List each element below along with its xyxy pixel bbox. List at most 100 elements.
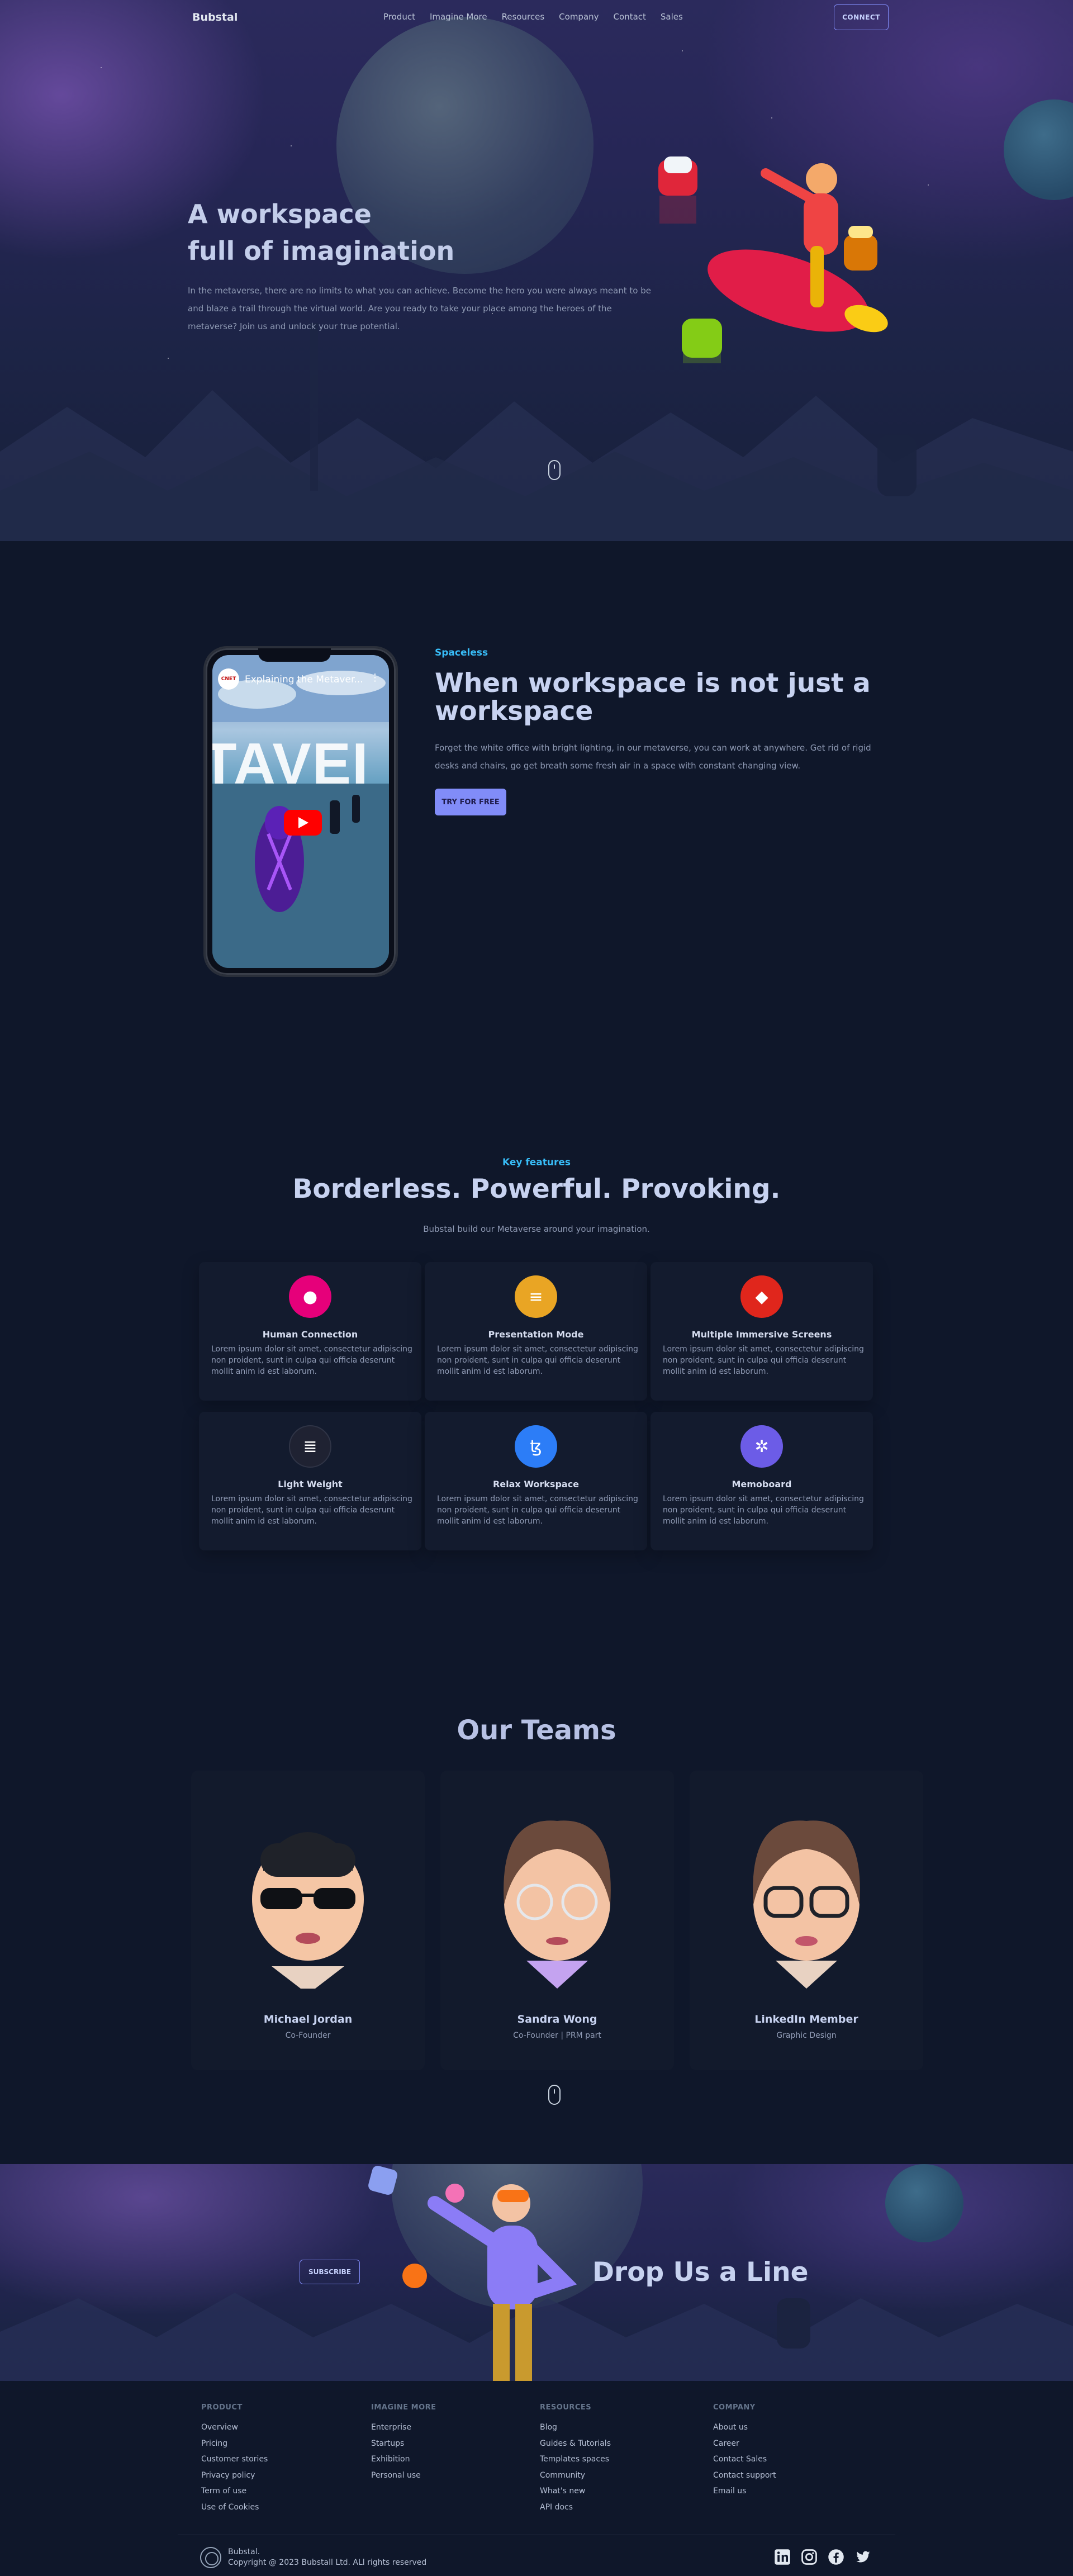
footer-link[interactable]: Guides & Tutorials (540, 2436, 611, 2452)
footer-link[interactable]: Use of Cookies (201, 2499, 268, 2516)
feature-title: Human Connection (262, 1329, 358, 1340)
connect-button[interactable]: CONNECT (834, 4, 889, 30)
footer-link[interactable]: What's new (540, 2483, 611, 2499)
nav-link-company[interactable]: Company (559, 12, 599, 22)
cta-section (0, 2164, 1073, 2381)
features-eyebrow: Key features (502, 1157, 571, 1168)
video-title[interactable]: Explaining the Metaver... (245, 674, 368, 685)
team-card: Sandra Wong Co-Founder | PRM part (440, 1771, 674, 2070)
landscape-illustration (0, 323, 1073, 541)
try-for-free-button[interactable]: TRY FOR FREE (435, 789, 506, 815)
scroll-mouse-icon[interactable] (548, 460, 561, 480)
feature-card: ◆ Multiple Immersive Screens Lorem ipsum… (651, 1262, 873, 1401)
stellar-icon: ✲ (740, 1425, 783, 1468)
instagram-icon[interactable] (800, 2548, 818, 2566)
nav-link-resources[interactable]: Resources (502, 12, 545, 22)
nav-link-sales[interactable]: Sales (661, 12, 683, 22)
footer-link[interactable]: About us (713, 2420, 776, 2436)
feature-description: Lorem ipsum dolor sit amet, consectetur … (437, 1495, 638, 1526)
hero-title-line1: A workspace (188, 199, 372, 229)
team-member-name: Sandra Wong (517, 2013, 597, 2025)
team-member-name: Michael Jordan (263, 2013, 353, 2025)
section-title: When workspace is not just a workspace (435, 668, 871, 727)
footer-column-heading: IMAGINE MORE (371, 2403, 436, 2412)
more-options-icon[interactable]: ⋮ (370, 672, 380, 684)
footer-copyright: Copyright @ 2023 Bubstall Ltd. ALl right… (228, 2558, 427, 2567)
avatar (753, 1820, 860, 1989)
feature-card: ✲ Memoboard Lorem ipsum dolor sit amet, … (651, 1412, 873, 1550)
subscribe-button[interactable]: SUBSCRIBE (300, 2260, 360, 2284)
feature-description: Lorem ipsum dolor sit amet, consectetur … (663, 1495, 864, 1526)
footer-link[interactable]: Term of use (201, 2483, 268, 2499)
footer-link[interactable]: Email us (713, 2483, 776, 2499)
tezos-icon: ꜩ (515, 1425, 557, 1468)
character-illustration (368, 2166, 577, 2381)
play-button-icon[interactable] (284, 810, 322, 836)
footer-column-company: COMPANY About us Career Contact Sales Co… (713, 2403, 776, 2499)
footer-link[interactable]: Community (540, 2468, 611, 2484)
footer-link[interactable]: Blog (540, 2420, 611, 2436)
small-planet-illustration (1004, 99, 1073, 200)
footer-link[interactable]: Overview (201, 2420, 268, 2436)
feature-title: Memoboard (732, 1479, 792, 1489)
team-card: LinkedIn Member Graphic Design (690, 1771, 923, 2070)
footer-logo-icon[interactable] (200, 2547, 221, 2568)
video-player[interactable]: TAVEI CNET Explaining the Metaver... ⋮ (212, 655, 389, 968)
feature-card: ≣ Light Weight Lorem ipsum dolor sit ame… (199, 1412, 421, 1550)
footer-link[interactable]: Contact support (713, 2468, 776, 2484)
footer-link[interactable]: Career (713, 2436, 776, 2452)
feature-description: Lorem ipsum dolor sit amet, consectetur … (663, 1345, 864, 1376)
avatar (504, 1820, 611, 1989)
nav-link-contact[interactable]: Contact (614, 12, 646, 22)
small-planet-illustration (885, 2164, 963, 2242)
phone-mockup: TAVEI CNET Explaining the Metaver... ⋮ (203, 646, 398, 977)
linkedin-icon[interactable] (773, 2548, 791, 2566)
footer-link[interactable]: Templates spaces (540, 2451, 611, 2468)
rocket-character-illustration (658, 156, 888, 363)
feature-title: Multiple Immersive Screens (691, 1329, 832, 1340)
feature-description: Lorem ipsum dolor sit amet, consectetur … (437, 1345, 638, 1376)
team-card: Michael Jordan Co-Founder (191, 1771, 425, 2070)
features-title: Borderless. Powerful. Provoking. (292, 1174, 781, 1204)
footer-link[interactable]: Contact Sales (713, 2451, 776, 2468)
team-member-role: Co-Founder | PRM part (513, 2031, 601, 2040)
footer-link[interactable]: Pricing (201, 2436, 268, 2452)
section-eyebrow: Spaceless (435, 647, 488, 658)
nav-link-imagine-more[interactable]: Imagine More (430, 12, 487, 22)
stacks-icon: ≡ (515, 1275, 557, 1318)
section-description: Forget the white office with bright ligh… (435, 743, 871, 771)
footer-link[interactable]: Enterprise (371, 2420, 436, 2436)
footer-column-product: PRODUCT Overview Pricing Customer storie… (201, 2403, 268, 2516)
brand-logo[interactable]: Bubstal (192, 11, 238, 23)
facebook-icon[interactable] (827, 2548, 845, 2566)
twitter-icon[interactable] (854, 2548, 872, 2566)
video-overlay-text: TAVEI (212, 732, 369, 796)
footer-column-resources: RESOURCES Blog Guides & Tutorials Templa… (540, 2403, 611, 2516)
scroll-mouse-icon[interactable] (548, 2085, 561, 2105)
feature-title: Light Weight (278, 1479, 343, 1489)
footer-column-imagine-more: IMAGINE MORE Enterprise Startups Exhibit… (371, 2403, 436, 2483)
nav-link-product[interactable]: Product (383, 12, 415, 22)
hero-section: Bubstal Product Imagine More Resources C… (0, 0, 1073, 541)
main-nav: Product Imagine More Resources Company C… (383, 12, 697, 22)
footer-link[interactable]: Personal use (371, 2468, 436, 2484)
footer-link[interactable]: Exhibition (371, 2451, 436, 2468)
solana-icon: ≣ (289, 1425, 331, 1468)
teams-title: Our Teams (457, 1715, 616, 1746)
footer-brand: Bubstal. (228, 2547, 260, 2556)
footer-column-heading: COMPANY (713, 2403, 756, 2412)
footer-link[interactable]: Customer stories (201, 2451, 268, 2468)
avatar (252, 1832, 364, 1989)
footer-column-heading: PRODUCT (201, 2403, 243, 2412)
phone-notch (258, 648, 331, 662)
hero-title: A workspace full of imagination (188, 196, 454, 269)
footer-link[interactable]: Privacy policy (201, 2468, 268, 2484)
feature-title: Presentation Mode (488, 1329, 584, 1340)
channel-logo[interactable]: CNET (218, 668, 239, 690)
feature-card: ꜩ Relax Workspace Lorem ipsum dolor sit … (425, 1412, 647, 1550)
footer-column-heading: RESOURCES (540, 2403, 592, 2412)
team-member-name: LinkedIn Member (754, 2013, 858, 2025)
footer-link[interactable]: API docs (540, 2499, 611, 2516)
footer-link[interactable]: Startups (371, 2436, 436, 2452)
cta-title: Drop Us a Line (592, 2257, 809, 2288)
